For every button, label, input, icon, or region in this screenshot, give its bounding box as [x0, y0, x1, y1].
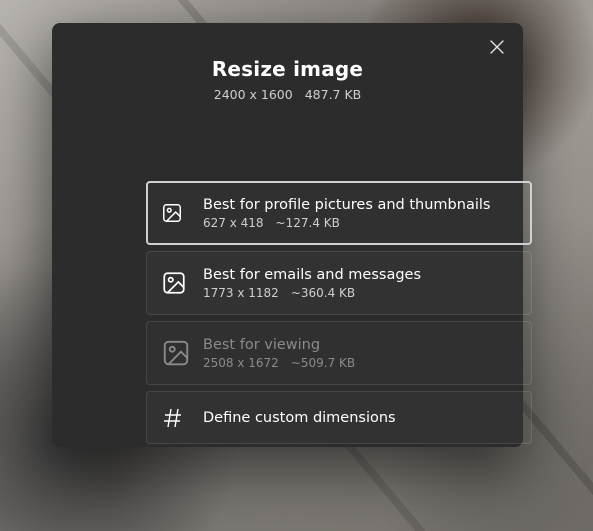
- background-image: Resize image 2400 x 1600 487.7 KB Best fo…: [0, 0, 593, 531]
- image-icon: [161, 202, 183, 224]
- option-title: Best for profile pictures and thumbnails: [203, 197, 490, 213]
- close-icon: [490, 40, 504, 54]
- option-profile-thumbnails[interactable]: Best for profile pictures and thumbnails…: [146, 181, 532, 245]
- dialog-title: Resize image: [52, 57, 523, 81]
- option-title: Best for viewing: [203, 337, 355, 353]
- close-button[interactable]: [483, 33, 511, 61]
- resize-image-dialog: Resize image 2400 x 1600 487.7 KB Best fo…: [52, 23, 523, 447]
- option-title: Best for emails and messages: [203, 267, 421, 283]
- resize-options-list: Best for profile pictures and thumbnails…: [146, 181, 532, 444]
- image-icon: [161, 338, 191, 368]
- current-dimensions: 2400 x 1600: [214, 87, 293, 102]
- hash-icon: [161, 406, 185, 430]
- option-details: 1773 x 1182~360.4 KB: [203, 286, 421, 300]
- option-custom-dimensions[interactable]: Define custom dimensions: [146, 391, 532, 444]
- option-viewing[interactable]: Best for viewing 2508 x 1672~509.7 KB: [146, 321, 532, 385]
- option-title: Define custom dimensions: [203, 410, 396, 426]
- image-icon: [161, 270, 187, 296]
- dialog-subtitle: 2400 x 1600 487.7 KB: [52, 87, 523, 102]
- option-details: 627 x 418~127.4 KB: [203, 216, 490, 230]
- option-emails-messages[interactable]: Best for emails and messages 1773 x 1182…: [146, 251, 532, 315]
- current-filesize: 487.7 KB: [305, 87, 362, 102]
- option-details: 2508 x 1672~509.7 KB: [203, 356, 355, 370]
